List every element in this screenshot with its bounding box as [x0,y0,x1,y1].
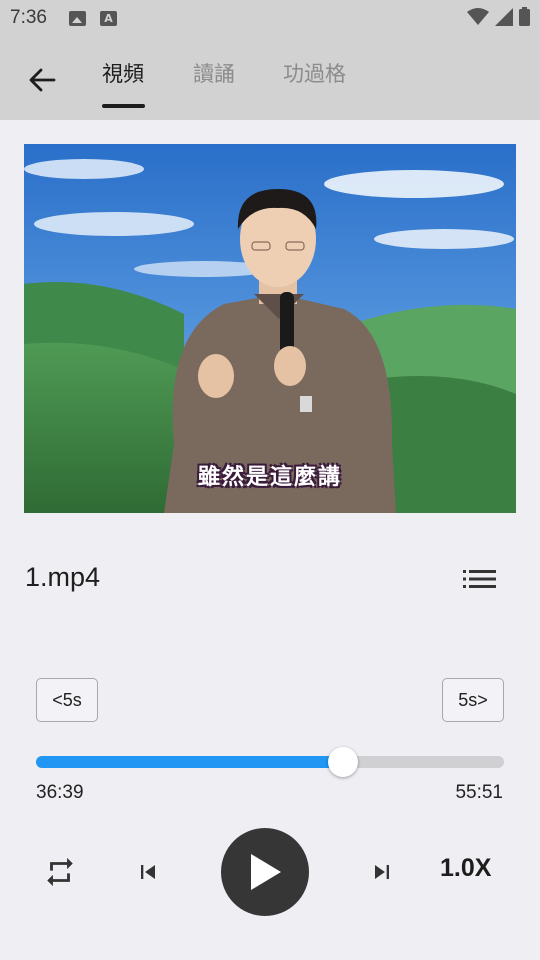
next-button[interactable] [362,852,402,892]
app-header: 視頻 讀誦 功過格 [0,36,540,120]
seek-progress [36,756,344,768]
file-name: 1.mp4 [25,562,101,592]
seek-thumb[interactable] [328,747,359,777]
play-icon [251,854,281,890]
active-tab-indicator [102,104,145,108]
playlist-button[interactable] [458,562,502,596]
text-a-icon: A [99,10,117,26]
video-frame [24,144,516,513]
wifi-icon [467,7,489,25]
playback-speed-button[interactable]: 1.0X [440,854,491,883]
arrow-left-icon [29,68,56,92]
status-right-icons [467,7,530,26]
video-subtitle: 雖然是這麼講 [197,465,342,490]
repeat-icon [47,857,73,887]
battery-icon [519,7,530,26]
tab-recitation[interactable]: 讀誦 [193,58,235,88]
elapsed-time: 36:39 [36,782,84,803]
back-button[interactable] [22,60,62,100]
video-player[interactable]: 雖然是這麼講 [24,144,516,513]
list-icon [463,570,496,588]
rewind-5s-button[interactable]: <5s [36,678,98,722]
status-bar: 7:36 A [0,0,540,36]
tab-video[interactable]: 視頻 [102,58,144,88]
skip-next-icon [375,865,389,879]
repeat-button[interactable] [38,850,82,894]
status-time: 7:36 [10,7,47,28]
tab-merit-ledger[interactable]: 功過格 [283,58,346,88]
skip-previous-icon [141,865,155,879]
signal-icon [495,7,513,26]
play-button[interactable] [221,828,309,916]
total-duration: 55:51 [455,782,503,803]
previous-button[interactable] [128,852,168,892]
seek-bar[interactable] [36,747,504,777]
forward-5s-button[interactable]: 5s> [442,678,504,722]
image-icon [68,10,86,26]
